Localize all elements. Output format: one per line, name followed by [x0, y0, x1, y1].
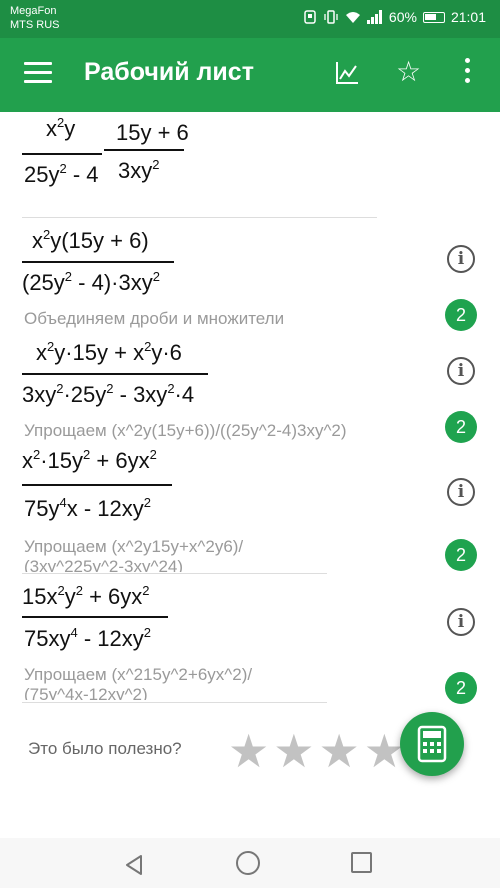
step-numerator: x2·15y2 + 6yx2 — [22, 447, 157, 473]
step-caption: Упрощаем (x^2y15y+x^2y6)/ — [24, 537, 244, 556]
fraction-numerator: x2y — [46, 115, 76, 141]
step-numerator: x2y(15y + 6) — [32, 227, 149, 253]
fraction-denominator: 25y2 - 4 — [24, 161, 99, 187]
info-icon[interactable]: i — [447, 245, 475, 273]
graph-icon[interactable] — [334, 60, 360, 86]
star-icon[interactable]: ☆ — [396, 55, 421, 88]
step-caption: Упрощаем (x^215y^2+6yx^2)/ — [24, 665, 253, 684]
info-icon[interactable]: i — [447, 357, 475, 385]
step-badge[interactable]: 2 — [445, 411, 477, 443]
system-nav-bar — [0, 838, 500, 888]
step-badge[interactable]: 2 — [445, 299, 477, 331]
fraction-bar — [22, 261, 174, 263]
step-caption: Упрощаем (x^2y(15y+6))/((25y^2-4)3xy^2) — [24, 421, 347, 440]
divider — [22, 702, 327, 703]
carrier-info: MegaFon MTS RUS — [10, 4, 60, 32]
step-denominator: 75y4x - 12xy2 — [24, 495, 151, 521]
fraction-bar — [22, 616, 168, 618]
status-bar: MegaFon MTS RUS 60% 21:01 — [0, 0, 500, 38]
carrier-primary: MegaFon — [10, 5, 57, 17]
step-denominator: 3xy2·25y2 - 3xy2·4 — [22, 381, 195, 407]
clock: 21:01 — [450, 9, 486, 25]
worksheet-content: x2y 25y2 - 4 15y + 6 3xy2 x2y(15y + 6) (… — [0, 112, 500, 856]
calculator-icon — [417, 725, 447, 763]
fraction-bar — [22, 484, 172, 486]
notification-icon — [304, 10, 316, 24]
step-caption: (75y^4x-12xy^2) — [24, 685, 148, 700]
signal-icon — [366, 10, 383, 24]
back-icon[interactable] — [123, 853, 145, 877]
fraction-numerator: 15y + 6 — [116, 120, 189, 145]
status-icons: 60% 21:01 — [303, 9, 486, 25]
fraction-bar — [22, 373, 208, 375]
feedback-question: Это было полезно? — [28, 739, 182, 758]
divider — [22, 217, 377, 218]
calculator-button[interactable] — [400, 712, 464, 776]
home-icon[interactable] — [236, 851, 260, 875]
step-caption: Объединяем дроби и множители — [24, 309, 285, 328]
more-vert-icon[interactable] — [462, 58, 472, 88]
info-icon[interactable]: i — [447, 478, 475, 506]
battery-icon — [422, 11, 445, 23]
step-badge[interactable]: 2 — [445, 539, 477, 571]
wifi-icon — [345, 12, 360, 23]
step-numerator: x2y·15y + x2y·6 — [36, 339, 182, 365]
app-bar: Рабочий лист ☆ — [0, 38, 500, 112]
fraction-bar — [104, 149, 184, 151]
fraction-bar — [22, 153, 102, 155]
vibrate-icon — [324, 10, 338, 24]
info-icon[interactable]: i — [447, 608, 475, 636]
menu-icon[interactable] — [24, 62, 52, 84]
recent-apps-icon[interactable] — [351, 852, 372, 873]
step-numerator: 15x2y2 + 6yx2 — [22, 583, 150, 609]
step-badge[interactable]: 2 — [445, 672, 477, 704]
step-denominator: (25y2 - 4)·3xy2 — [22, 269, 160, 295]
fraction-denominator: 3xy2 — [118, 157, 160, 183]
step-denominator: 75xy4 - 12xy2 — [24, 625, 151, 651]
divider — [22, 573, 327, 574]
page-title: Рабочий лист — [84, 58, 254, 86]
battery-percent: 60% — [388, 9, 417, 25]
carrier-secondary: MTS RUS — [10, 19, 60, 31]
step-caption: (3xy^225y^2-3xy^24) — [24, 557, 184, 572]
